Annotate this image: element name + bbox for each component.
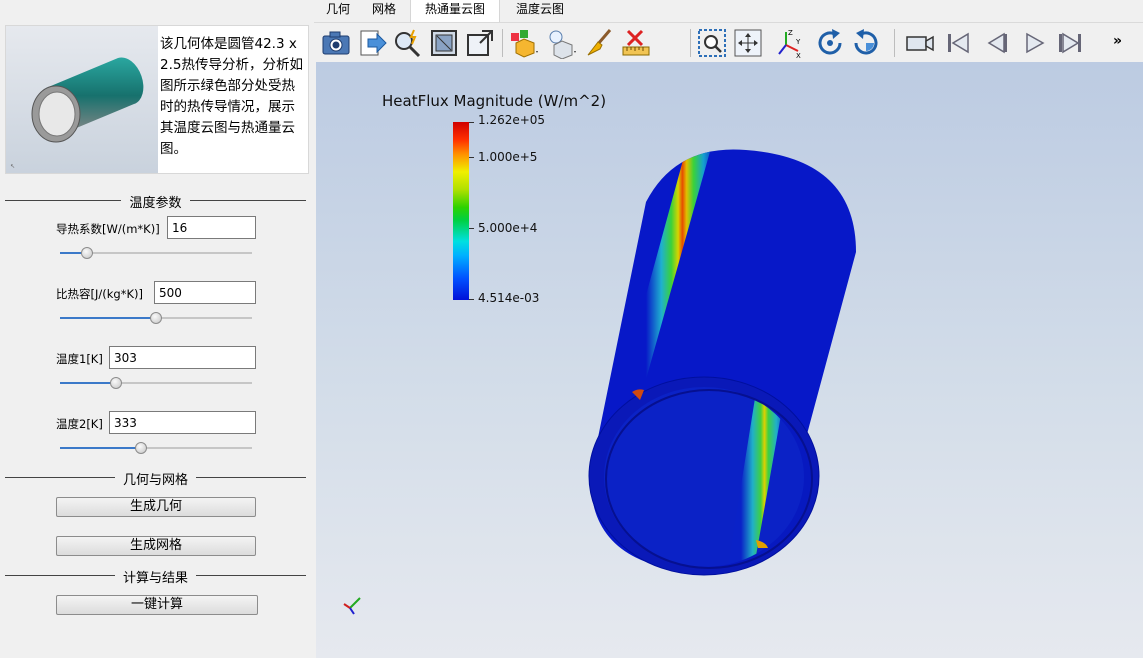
legend-tick bbox=[469, 228, 474, 229]
axes-icon[interactable]: ZYX bbox=[774, 27, 806, 60]
preview-card: ↖ 该几何体是圆管42.3 x 2.5热传导分析，分析如图所示绿色部分处受热时的… bbox=[5, 25, 309, 174]
svg-text:Z: Z bbox=[788, 29, 793, 37]
slider-thumb[interactable] bbox=[150, 312, 162, 324]
ruler-icon[interactable] bbox=[620, 27, 652, 59]
slider-fill bbox=[60, 447, 141, 449]
preview-description: 该几何体是圆管42.3 x 2.5热传导分析，分析如图所示绿色部分处受热时的热传… bbox=[160, 36, 303, 157]
heatflux-tube-render bbox=[588, 149, 856, 576]
rotate-ccw-icon[interactable] bbox=[850, 27, 882, 59]
generate-mesh-button[interactable]: 生成网格 bbox=[56, 536, 256, 556]
toolbar-separator bbox=[502, 29, 503, 57]
section-compute-label: 计算与结果 bbox=[114, 571, 196, 586]
prev-frame-icon[interactable] bbox=[980, 27, 1012, 59]
section-compute-results: 计算与结果 bbox=[5, 567, 306, 586]
slider-fill bbox=[60, 317, 156, 319]
tab-temperature-contour[interactable]: 温度云图 bbox=[500, 0, 580, 22]
left-panel: ↖ 该几何体是圆管42.3 x 2.5热传导分析，分析如图所示绿色部分处受热时的… bbox=[0, 0, 314, 658]
section-geometry-label: 几何与网格 bbox=[114, 473, 196, 488]
toolbar-overflow-button[interactable]: » bbox=[1113, 33, 1122, 49]
fit-view-icon[interactable] bbox=[428, 27, 460, 59]
legend-tick2-label: 5.000e+4 bbox=[478, 221, 538, 235]
box-dropdown-icon[interactable] bbox=[508, 27, 540, 59]
toolbar-separator bbox=[894, 29, 895, 57]
rotate-cw-icon[interactable] bbox=[814, 27, 846, 59]
temperature1-label: 温度1[K] bbox=[56, 352, 103, 366]
preview-image: ↖ bbox=[6, 26, 158, 173]
3d-viewport[interactable]: HeatFlux Magnitude (W/m^2) 1.262e+05 1.0… bbox=[316, 62, 1143, 658]
toolbar: ZYX » bbox=[314, 22, 1143, 62]
svg-text:X: X bbox=[796, 52, 801, 59]
slider-thumb[interactable] bbox=[80, 247, 93, 259]
temperature1-slider[interactable] bbox=[60, 376, 252, 390]
video-camera-icon[interactable] bbox=[904, 27, 936, 59]
svg-text:Y: Y bbox=[795, 38, 801, 46]
generate-geometry-button[interactable]: 生成几何 bbox=[56, 497, 256, 517]
thermal-conductivity-slider[interactable] bbox=[60, 246, 252, 260]
svg-text:↖: ↖ bbox=[10, 163, 15, 170]
tab-geometry[interactable]: 几何 bbox=[318, 0, 358, 22]
temperature2-label: 温度2[K] bbox=[56, 417, 103, 431]
legend-tick bbox=[469, 157, 474, 158]
legend-max-label: 1.262e+05 bbox=[478, 113, 546, 127]
temperature2-slider[interactable] bbox=[60, 441, 252, 455]
zoom-box-icon[interactable] bbox=[696, 27, 728, 59]
legend-min-label: 4.514e-03 bbox=[478, 291, 540, 305]
legend-colorbar bbox=[453, 122, 469, 300]
magic-zoom-icon[interactable] bbox=[392, 27, 424, 59]
brush-icon[interactable] bbox=[584, 27, 616, 59]
one-click-compute-button[interactable]: 一键计算 bbox=[56, 595, 258, 615]
legend-title: HeatFlux Magnitude (W/m^2) bbox=[382, 92, 607, 110]
legend-tick1-label: 1.000e+5 bbox=[478, 150, 538, 164]
specific-heat-input[interactable] bbox=[154, 281, 256, 304]
export-icon[interactable] bbox=[356, 27, 388, 59]
orientation-axes-icon bbox=[343, 597, 361, 615]
tab-heatflux-contour[interactable]: 热通量云图 bbox=[410, 0, 500, 22]
slider-thumb[interactable] bbox=[134, 442, 147, 454]
section-geometry-mesh: 几何与网格 bbox=[5, 469, 306, 488]
legend-tick bbox=[469, 122, 474, 123]
pan-icon[interactable] bbox=[732, 27, 764, 59]
restore-view-icon[interactable] bbox=[464, 27, 496, 59]
specific-heat-slider[interactable] bbox=[60, 311, 252, 325]
light-dropdown-icon[interactable] bbox=[546, 27, 578, 60]
camera-icon[interactable] bbox=[320, 27, 352, 59]
toolbar-separator bbox=[690, 29, 691, 57]
specific-heat-label: 比热容[J/(kg*K)] bbox=[56, 287, 143, 301]
section-temperature-label: 温度参数 bbox=[121, 196, 190, 211]
temperature1-input[interactable] bbox=[109, 346, 256, 369]
section-temperature-params: 温度参数 bbox=[5, 192, 306, 211]
temperature2-input[interactable] bbox=[109, 411, 256, 434]
view-tabs: 几何 网格 热通量云图 温度云图 bbox=[314, 0, 1143, 22]
first-frame-icon[interactable] bbox=[942, 27, 974, 59]
slider-fill bbox=[60, 382, 116, 384]
slider-thumb[interactable] bbox=[109, 377, 122, 389]
thermal-conductivity-label: 导热系数[W/(m*K)] bbox=[56, 222, 160, 236]
thermal-conductivity-input[interactable] bbox=[167, 216, 256, 239]
tab-mesh[interactable]: 网格 bbox=[364, 0, 404, 22]
legend-tick bbox=[469, 299, 474, 300]
play-icon[interactable] bbox=[1018, 27, 1050, 59]
last-frame-icon[interactable] bbox=[1054, 27, 1086, 59]
